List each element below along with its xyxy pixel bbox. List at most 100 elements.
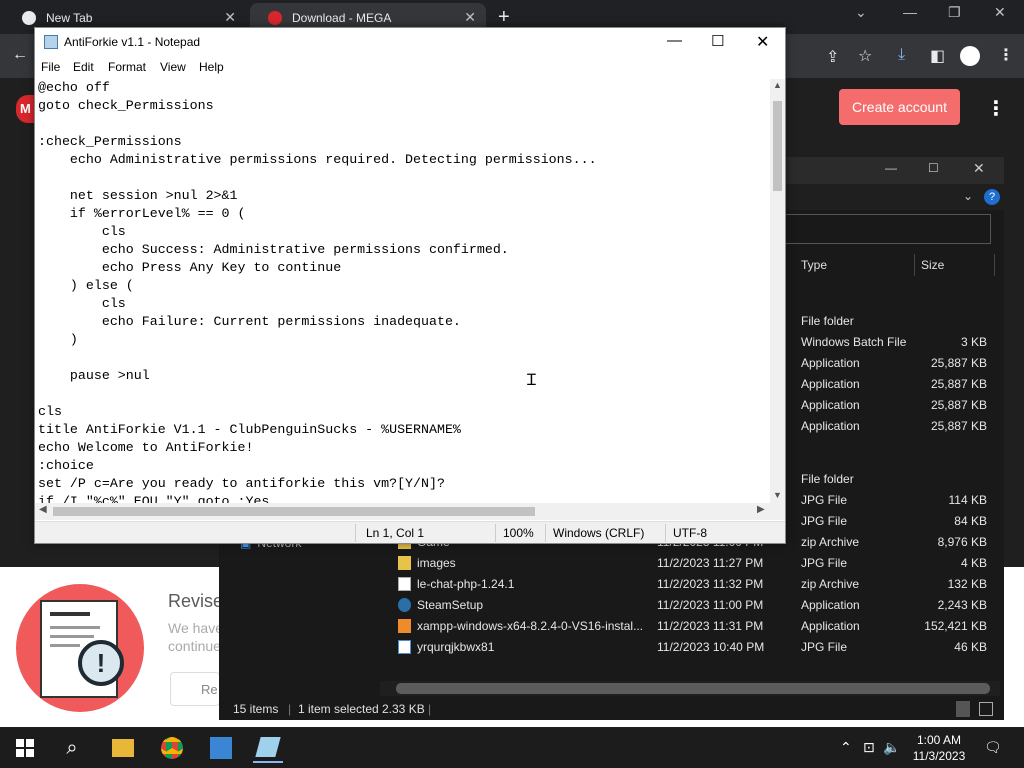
minimize-button[interactable]: — — [667, 32, 682, 49]
scrollbar-thumb[interactable] — [53, 507, 535, 516]
close-icon[interactable]: ✕ — [464, 9, 476, 26]
menu-bar: File Edit Format View Help — [35, 57, 785, 77]
star-icon[interactable]: ☆ — [858, 46, 872, 66]
file-size: 4 KB — [960, 556, 987, 570]
zip-icon — [398, 577, 411, 591]
side-panel-icon[interactable]: ◧ — [930, 46, 945, 66]
menu-edit[interactable]: Edit — [73, 60, 94, 74]
more-icon[interactable]: ⋮ — [986, 96, 1006, 121]
mega-icon — [268, 10, 282, 25]
column-divider[interactable] — [914, 254, 915, 276]
file-type: Application — [801, 419, 860, 433]
scroll-right-icon[interactable]: ▶ — [757, 504, 765, 515]
app-taskbar[interactable] — [206, 733, 236, 763]
close-button[interactable]: ✕ — [994, 4, 1006, 21]
file-size: 3 KB — [960, 335, 987, 349]
notepad-status-bar: Ln 1, Col 1 100% Windows (CRLF) UTF-8 — [35, 521, 785, 543]
file-size: 152,421 KB — [924, 619, 987, 633]
notepad-window: AntiForkie v1.1 - Notepad — ☐ ✕ File Edi… — [34, 27, 786, 544]
menu-file[interactable]: File — [41, 60, 60, 74]
scrollbar-thumb[interactable] — [773, 101, 782, 191]
scroll-up-icon[interactable]: ▲ — [773, 80, 782, 90]
minimize-button[interactable]: — — [885, 161, 897, 175]
steam-icon — [398, 598, 411, 612]
file-type: Application — [801, 377, 860, 391]
new-tab-button[interactable]: + — [498, 6, 510, 29]
clock[interactable]: 1:00 AM 11/3/2023 — [898, 732, 980, 764]
file-name: xampp-windows-x64-8.2.4-0-VS16-instal... — [417, 619, 644, 633]
file-row[interactable]: SteamSetup 11/2/2023 11:00 PM Applicatio… — [380, 595, 990, 616]
file-row[interactable]: yrqurqjkbwx81 11/2/2023 10:40 PM JPG Fil… — [380, 637, 990, 658]
scroll-left-icon[interactable]: ◀ — [39, 504, 47, 515]
column-header-type[interactable]: Type — [801, 258, 827, 272]
close-button[interactable]: ✕ — [973, 160, 985, 177]
file-name: SteamSetup — [417, 598, 484, 612]
window-title: AntiForkie v1.1 - Notepad — [64, 35, 201, 49]
chrome-icon — [161, 737, 183, 759]
tiles-view-icon[interactable] — [979, 702, 993, 716]
search-input[interactable] — [785, 214, 991, 244]
search-icon[interactable]: ⌕ — [57, 733, 87, 763]
notification-icon[interactable]: 🗨 — [984, 739, 1002, 756]
file-row[interactable]: images 11/2/2023 11:27 PM JPG File 4 KB — [380, 553, 990, 574]
file-name: images — [417, 556, 456, 570]
chevron-up-icon[interactable]: ⌃ — [840, 739, 852, 756]
file-name: yrqurqjkbwx81 — [417, 640, 495, 654]
close-button[interactable]: ✕ — [756, 32, 769, 52]
maximize-button[interactable]: ☐ — [928, 161, 939, 175]
menu-icon[interactable]: ⋮ — [998, 45, 1014, 65]
file-type: JPG File — [801, 640, 848, 654]
file-date: 11/2/2023 11:31 PM — [657, 619, 764, 633]
file-size: 8,976 KB — [937, 535, 987, 549]
restore-button[interactable]: ❐ — [948, 4, 961, 21]
folder-icon — [112, 739, 134, 757]
file-size: 2,243 KB — [937, 598, 987, 612]
revise-button[interactable]: Re — [170, 672, 220, 706]
file-size: 25,887 KB — [930, 419, 987, 433]
line-ending: Windows (CRLF) — [553, 526, 645, 540]
file-size: 114 KB — [948, 493, 987, 507]
file-date: 11/2/2023 11:27 PM — [657, 556, 764, 570]
file-size: 25,887 KB — [930, 377, 987, 391]
encoding: UTF-8 — [673, 526, 707, 540]
create-account-button[interactable]: Create account — [839, 89, 960, 125]
file-row[interactable]: xampp-windows-x64-8.2.4-0-VS16-instal...… — [380, 616, 990, 637]
chevron-down-icon[interactable]: ⌄ — [963, 189, 973, 203]
file-type: Application — [801, 356, 860, 370]
file-size: 132 KB — [947, 577, 987, 591]
zoom-level: 100% — [503, 526, 534, 540]
file-size: 84 KB — [954, 514, 987, 528]
file-type: Application — [801, 598, 860, 612]
column-divider[interactable] — [994, 254, 995, 276]
chrome-taskbar[interactable] — [157, 733, 187, 763]
notepad-taskbar[interactable] — [253, 733, 283, 763]
close-icon[interactable]: ✕ — [224, 9, 236, 26]
file-row[interactable]: le-chat-php-1.24.1 11/2/2023 11:32 PM zi… — [380, 574, 990, 595]
text-editor[interactable]: @echo off goto check_Permissions :check_… — [38, 79, 770, 503]
file-explorer-taskbar[interactable] — [108, 733, 138, 763]
chevron-down-icon[interactable]: ⌄ — [855, 4, 867, 21]
menu-format[interactable]: Format — [108, 60, 146, 74]
column-header-size[interactable]: Size — [921, 258, 944, 272]
selected-size: 2.33 KB — [382, 702, 425, 716]
network-icon[interactable]: ⊡ — [863, 739, 875, 756]
start-button[interactable] — [10, 733, 40, 763]
date: 11/3/2023 — [912, 749, 966, 763]
notepad-titlebar: AntiForkie v1.1 - Notepad — ☐ ✕ — [35, 28, 785, 57]
download-icon[interactable]: ⤓ — [898, 46, 905, 64]
item-count: 15 items — [233, 702, 279, 716]
minimize-button[interactable]: — — [903, 4, 917, 20]
app-icon — [210, 737, 232, 759]
details-view-icon[interactable] — [956, 701, 970, 717]
profile-icon[interactable] — [960, 46, 980, 66]
scroll-down-icon[interactable]: ▼ — [773, 490, 782, 500]
file-size: 25,887 KB — [930, 356, 987, 370]
help-icon[interactable]: ? — [984, 189, 1000, 205]
tab-title: New Tab — [46, 10, 93, 25]
share-icon[interactable]: ⇪ — [826, 47, 839, 67]
menu-view[interactable]: View — [160, 60, 186, 74]
scrollbar-thumb[interactable] — [396, 683, 990, 694]
menu-help[interactable]: Help — [199, 60, 224, 74]
maximize-button[interactable]: ☐ — [711, 32, 724, 50]
back-icon[interactable]: ← — [12, 46, 28, 64]
